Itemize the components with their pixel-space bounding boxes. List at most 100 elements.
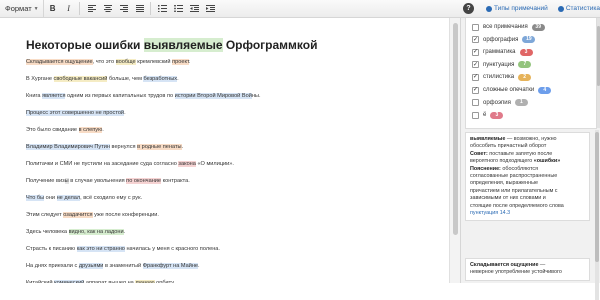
note-type-item[interactable]: все примечания 39 bbox=[472, 22, 545, 32]
note-type-item[interactable]: ✓ грамматика 3 bbox=[472, 47, 533, 57]
paragraph-text: Здесь человека bbox=[26, 229, 69, 235]
rule-link[interactable]: пунктуация 14.3 bbox=[470, 210, 510, 216]
document-paragraph: Политачки и СМИ не пустили на заседание … bbox=[26, 160, 234, 168]
document-paragraph: На днях приехали с друзьями в знаменитый… bbox=[26, 262, 200, 270]
align-center-button[interactable] bbox=[101, 2, 115, 15]
error-highlight[interactable]: безработных bbox=[143, 76, 178, 82]
error-highlight[interactable]: видно, как на ладони bbox=[68, 229, 124, 235]
note-type-item[interactable]: орфоэпия 1 bbox=[472, 98, 528, 108]
numbered-list-button[interactable] bbox=[156, 2, 170, 15]
indent-button[interactable] bbox=[204, 2, 218, 15]
align-left-button[interactable] bbox=[85, 2, 99, 15]
error-highlight[interactable]: является bbox=[42, 93, 66, 99]
error-highlight[interactable]: вообще bbox=[115, 59, 136, 65]
error-highlight[interactable]: Процесс этот совершенно не простой bbox=[26, 110, 125, 116]
checkbox-unchecked[interactable] bbox=[472, 99, 479, 107]
title-highlight[interactable]: выявляемые bbox=[143, 38, 223, 52]
paragraph-text: . bbox=[177, 76, 179, 82]
document-paragraph: Что бы они не делал, всё сходило ему с р… bbox=[26, 194, 142, 202]
error-highlight[interactable]: истории Второй Мировой Вой bbox=[174, 93, 252, 99]
note-line: причастием или прилагательным с bbox=[470, 188, 585, 195]
error-highlight[interactable]: друзьями bbox=[78, 263, 104, 269]
note-emphasis: Складывается ощущение bbox=[470, 262, 539, 268]
error-highlight[interactable]: не делал bbox=[56, 195, 81, 201]
error-highlight[interactable]: как это ни странно bbox=[76, 246, 125, 252]
checkbox-checked[interactable]: ✓ bbox=[472, 36, 479, 44]
checkbox-checked[interactable]: ✓ bbox=[472, 61, 479, 69]
cards-scrollbar[interactable] bbox=[595, 130, 599, 300]
note-type-item[interactable]: ✓ пунктуация 7 bbox=[472, 60, 532, 70]
error-highlight[interactable]: в родные пенаты bbox=[137, 144, 182, 150]
paragraph-text: . bbox=[181, 144, 184, 150]
bullet-list-icon bbox=[174, 5, 184, 12]
note-text: причастием или прилагательным с bbox=[470, 187, 558, 194]
paragraph-text: , всё сходило ему с рук. bbox=[80, 195, 143, 201]
notes-panel: все примечания 39 ✓ орфография 19 ✓ грамматика… bbox=[460, 18, 600, 300]
format-dropdown[interactable]: Формат ▼ bbox=[0, 0, 44, 17]
italic-button[interactable]: I bbox=[62, 2, 76, 15]
outdent-button[interactable] bbox=[188, 2, 202, 15]
note-type-label: пунктуация bbox=[483, 61, 515, 68]
error-highlight[interactable]: Франкфурт на Майне bbox=[142, 263, 199, 269]
error-highlight[interactable]: озадачится bbox=[63, 212, 93, 218]
note-type-item[interactable]: ё3 bbox=[472, 110, 504, 120]
note-text: зависимыми от них словами и bbox=[470, 195, 546, 202]
editor-area[interactable]: Некоторые ошибки выявляемые Орфограммкой… bbox=[0, 18, 449, 283]
note-text: обособляются bbox=[500, 165, 539, 172]
error-highlight[interactable]: Складывается ощущение bbox=[26, 59, 93, 65]
error-highlight[interactable]: проект bbox=[172, 59, 189, 65]
count-badge: 7 bbox=[518, 61, 532, 69]
checkbox-unchecked[interactable] bbox=[472, 23, 479, 31]
error-highlight[interactable]: Владимир Владимирович Путин bbox=[26, 144, 110, 150]
count-badge: 3 bbox=[490, 111, 504, 119]
checkbox-checked[interactable]: ✓ bbox=[472, 86, 479, 94]
error-highlight[interactable]: свободные вакансий bbox=[53, 76, 108, 82]
document-paragraph: Процесс этот совершенно не простой. bbox=[26, 109, 126, 117]
count-badge: 2 bbox=[518, 73, 532, 81]
note-text: — возможно, нужно bbox=[505, 136, 557, 142]
note-line: обособить причастный оборот bbox=[470, 143, 585, 150]
checkbox-checked[interactable]: ✓ bbox=[472, 73, 479, 81]
paragraph-text: контракта. bbox=[161, 178, 190, 184]
paragraph-text: На днях приехали с bbox=[26, 263, 79, 269]
help-icon[interactable]: ? bbox=[463, 3, 474, 14]
toolbar-divider bbox=[149, 2, 151, 15]
error-highlight[interactable]: Что бы bbox=[26, 195, 45, 201]
note-types-list: все примечания 39 ✓ орфография 19 ✓ грамматика… bbox=[465, 18, 597, 129]
align-justify-button[interactable] bbox=[133, 2, 147, 15]
checkbox-checked[interactable]: ✓ bbox=[472, 48, 479, 56]
bullet-list-button[interactable] bbox=[172, 2, 186, 15]
checkbox-unchecked[interactable] bbox=[472, 111, 479, 119]
note-types-link[interactable]: Типы примечаний bbox=[486, 5, 548, 12]
error-highlight[interactable]: закона bbox=[178, 161, 196, 167]
paragraph-text: В Хургане bbox=[26, 76, 54, 82]
document-paragraph: Страсть к писанию как это ни странно нач… bbox=[26, 245, 220, 253]
align-center-icon bbox=[103, 5, 112, 12]
paragraph-text: больше, чем bbox=[107, 76, 144, 82]
note-line: вероятного подходящего «ошибки» bbox=[470, 158, 585, 165]
paragraph-text: «О милиции». bbox=[195, 161, 234, 167]
note-emphasis: «ошибки» bbox=[533, 158, 561, 165]
note-text: вероятного подходящего bbox=[470, 158, 534, 165]
cards-scrollbar-thumb[interactable] bbox=[595, 132, 599, 262]
title-start: Некоторые ошибки bbox=[26, 38, 144, 52]
align-right-button[interactable] bbox=[117, 2, 131, 15]
count-badge: 19 bbox=[522, 36, 536, 44]
note-card[interactable]: Складывается ощущение — неверное употребл… bbox=[465, 258, 590, 281]
document-paragraph: Это было свидание в слепую. bbox=[26, 126, 104, 134]
count-badge: 4 bbox=[538, 86, 552, 94]
document-paragraph: Получение визы в случае увольнения по ок… bbox=[26, 177, 190, 185]
note-type-item[interactable]: ✓ стилистика 2 bbox=[472, 72, 532, 82]
note-type-item[interactable]: ✓ сложные опечатки 4 bbox=[472, 85, 552, 95]
bold-button[interactable]: B bbox=[46, 2, 60, 15]
paragraph-text: . bbox=[102, 127, 104, 133]
note-line: Пояснение: обособляются bbox=[470, 166, 585, 173]
note-type-item[interactable]: ✓ орфография 19 bbox=[472, 35, 536, 45]
note-type-label: орфография bbox=[483, 36, 519, 43]
error-highlight[interactable]: по окончание bbox=[126, 178, 162, 184]
scrollbar-thumb[interactable] bbox=[453, 23, 458, 235]
error-highlight[interactable]: в слепую bbox=[78, 127, 103, 133]
note-card[interactable]: выявляемые — возможно, нужно обособить пр… bbox=[465, 132, 590, 222]
paragraph-text: в случае увольнения bbox=[68, 178, 127, 184]
statistics-link[interactable]: Статистика bbox=[557, 5, 600, 12]
